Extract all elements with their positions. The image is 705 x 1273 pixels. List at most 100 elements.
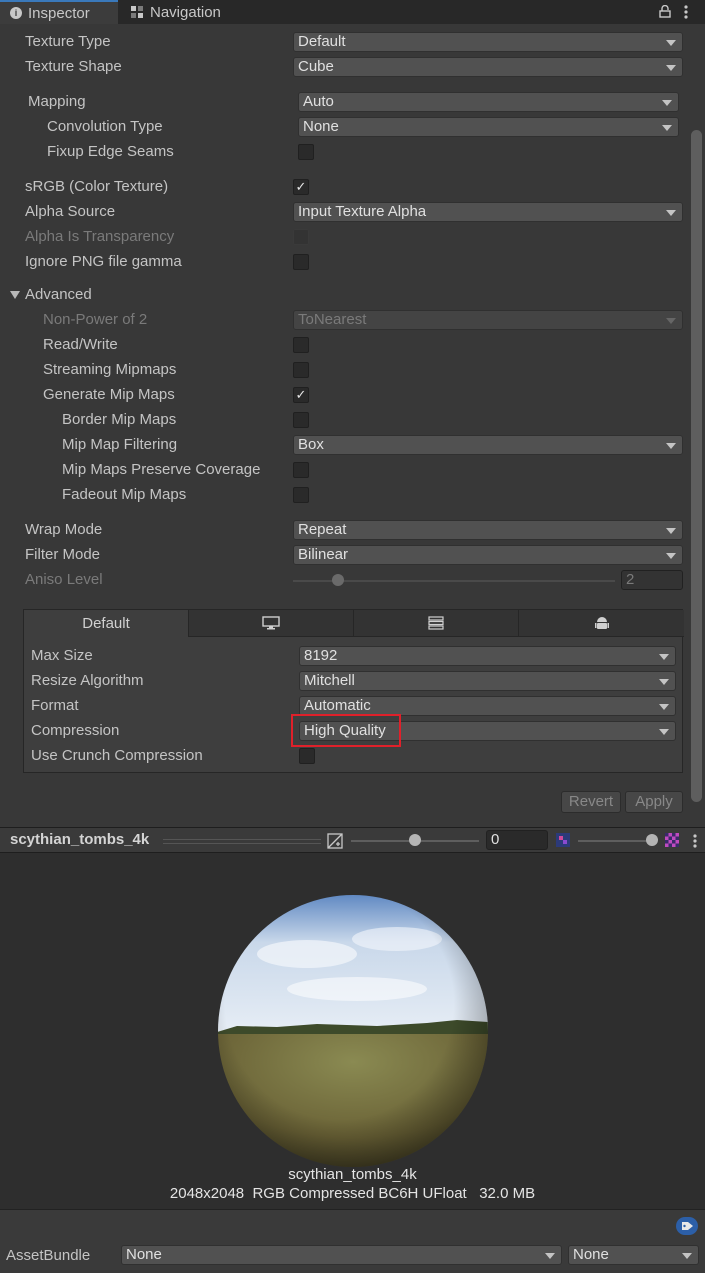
chevron-down-icon — [659, 679, 669, 685]
aniso-level-field: 2 — [621, 570, 683, 590]
assetbundle-label: AssetBundle — [6, 1247, 91, 1264]
monitor-icon — [262, 616, 280, 630]
tab-server-platform[interactable] — [354, 610, 519, 637]
mip-maps-preserve-coverage-label: Mip Maps Preserve Coverage — [62, 461, 261, 478]
format-value: Automatic — [304, 697, 371, 714]
alpha-source-dropdown[interactable]: Input Texture Alpha — [293, 202, 683, 222]
resize-algorithm-value: Mitchell — [304, 672, 355, 689]
server-icon — [428, 616, 444, 630]
aniso-level-slider-thumb — [332, 574, 344, 586]
texture-shape-label: Texture Shape — [25, 58, 122, 75]
label-tag-icon[interactable] — [676, 1217, 698, 1235]
compression-label: Compression — [31, 722, 120, 739]
texture-type-value: Default — [298, 33, 346, 50]
texture-shape-value: Cube — [298, 58, 334, 75]
tab-navigation[interactable]: Navigation — [120, 0, 231, 24]
mip-level-slider-track[interactable] — [578, 840, 656, 842]
wrap-mode-value: Repeat — [298, 521, 347, 538]
format-dropdown[interactable]: Automatic — [299, 696, 676, 716]
foldout-arrow-icon[interactable] — [10, 291, 20, 299]
aniso-level-label: Aniso Level — [25, 571, 103, 588]
max-size-dropdown[interactable]: 8192 — [299, 646, 676, 666]
resize-algorithm-label: Resize Algorithm — [31, 672, 144, 689]
filter-mode-dropdown[interactable]: Bilinear — [293, 545, 683, 565]
exposure-slider-thumb[interactable] — [409, 834, 421, 846]
chevron-down-icon — [659, 654, 669, 660]
alpha-source-value: Input Texture Alpha — [298, 203, 427, 220]
mip-map-filtering-label: Mip Map Filtering — [62, 436, 178, 453]
generate-mip-maps-checkbox[interactable]: ✓ — [293, 387, 309, 403]
fixup-edge-seams-label: Fixup Edge Seams — [47, 143, 174, 160]
mip-maps-preserve-coverage-checkbox[interactable] — [293, 462, 309, 478]
texture-shape-dropdown[interactable]: Cube — [293, 57, 683, 77]
apply-button[interactable]: Apply — [625, 791, 683, 813]
mapping-dropdown[interactable]: Auto — [298, 92, 679, 112]
preview-asset-name: scythian_tombs_4k — [10, 831, 150, 848]
chevron-down-icon — [666, 318, 676, 324]
exposure-field[interactable]: 0 — [486, 830, 548, 850]
border-mip-maps-checkbox[interactable] — [293, 412, 309, 428]
checkmark-icon: ✓ — [295, 387, 307, 402]
mapping-value: Auto — [303, 93, 334, 110]
fadeout-mip-maps-label: Fadeout Mip Maps — [62, 486, 187, 503]
advanced-foldout-label[interactable]: Advanced — [25, 285, 92, 305]
border-mip-maps-label: Border Mip Maps — [62, 411, 177, 428]
preview-header: scythian_tombs_4k 0 — [0, 827, 705, 853]
convolution-type-label: Convolution Type — [47, 118, 163, 135]
tab-inspector-label: Inspector — [28, 4, 90, 22]
tab-default-label: Default — [82, 615, 130, 632]
checkerboard-icon — [665, 833, 679, 847]
preview-drag-handle[interactable] — [163, 839, 321, 844]
checkmark-icon: ✓ — [295, 179, 307, 194]
more-menu-icon[interactable] — [684, 4, 688, 20]
chevron-down-icon — [666, 528, 676, 534]
scrollbar[interactable] — [691, 130, 702, 802]
chevron-down-icon — [666, 40, 676, 46]
info-icon: i — [10, 7, 22, 19]
streaming-mipmaps-label: Streaming Mipmaps — [43, 361, 177, 378]
assetbundle-variant-dropdown[interactable]: None — [568, 1245, 699, 1265]
mip-map-filtering-dropdown[interactable]: Box — [293, 435, 683, 455]
tab-bar: i Inspector Navigation — [0, 0, 705, 24]
tab-default-platform[interactable]: Default — [24, 610, 189, 637]
crunch-compression-checkbox[interactable] — [299, 748, 315, 764]
ignore-png-gamma-label: Ignore PNG file gamma — [25, 253, 182, 270]
chevron-down-icon — [666, 553, 676, 559]
ignore-png-gamma-checkbox[interactable] — [293, 254, 309, 270]
mapping-label: Mapping — [28, 93, 86, 110]
exposure-icon — [327, 833, 343, 849]
lock-icon[interactable] — [659, 5, 671, 18]
texture-type-label: Texture Type — [25, 33, 111, 50]
wrap-mode-dropdown[interactable]: Repeat — [293, 520, 683, 540]
alpha-is-transparency-label: Alpha Is Transparency — [25, 228, 175, 245]
preview-menu-icon[interactable] — [693, 833, 697, 849]
alpha-is-transparency-checkbox — [293, 229, 309, 245]
texture-type-dropdown[interactable]: Default — [293, 32, 683, 52]
chevron-down-icon — [682, 1253, 692, 1259]
assetbundle-name-dropdown[interactable]: None — [121, 1245, 562, 1265]
highlight-box — [291, 714, 401, 747]
tab-standalone-platform[interactable] — [189, 610, 354, 637]
assetbundle-name-value: None — [126, 1246, 162, 1263]
fadeout-mip-maps-checkbox[interactable] — [293, 487, 309, 503]
tab-inspector[interactable]: i Inspector — [0, 0, 118, 24]
chevron-down-icon — [666, 443, 676, 449]
srgb-checkbox[interactable]: ✓ — [293, 179, 309, 195]
fixup-edge-seams-checkbox[interactable] — [298, 144, 314, 160]
read-write-checkbox[interactable] — [293, 337, 309, 353]
assetbundle-bar: AssetBundle None None — [0, 1209, 705, 1273]
revert-button[interactable]: Revert — [561, 791, 621, 813]
tab-navigation-label: Navigation — [150, 3, 221, 21]
convolution-type-dropdown[interactable]: None — [298, 117, 679, 137]
chevron-down-icon — [662, 100, 672, 106]
streaming-mipmaps-checkbox[interactable] — [293, 362, 309, 378]
tab-android-platform[interactable] — [519, 610, 684, 637]
max-size-value: 8192 — [304, 647, 338, 664]
resize-algorithm-dropdown[interactable]: Mitchell — [299, 671, 676, 691]
srgb-label: sRGB (Color Texture) — [25, 178, 169, 195]
chevron-down-icon — [659, 729, 669, 735]
assetbundle-variant-value: None — [573, 1246, 609, 1263]
generate-mip-maps-label: Generate Mip Maps — [43, 386, 175, 403]
preview-caption-info: 2048x2048 RGB Compressed BC6H UFloat 32.… — [169, 1185, 536, 1202]
mip-level-slider-thumb[interactable] — [646, 834, 658, 846]
